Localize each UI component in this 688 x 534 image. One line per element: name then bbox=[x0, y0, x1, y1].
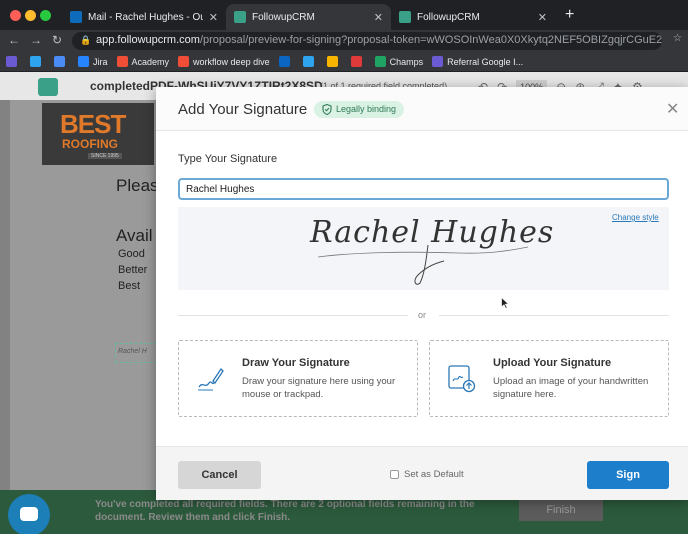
change-style-link[interactable]: Change style bbox=[612, 213, 659, 222]
document-signature-field[interactable]: Rachel H bbox=[115, 343, 157, 363]
bookmark-referral[interactable]: Referral Google I... bbox=[432, 56, 523, 67]
bookmark-academy[interactable]: Academy bbox=[116, 56, 169, 67]
bookmark-item[interactable] bbox=[350, 56, 366, 67]
academy-icon bbox=[116, 56, 128, 67]
bookmark-item[interactable] bbox=[302, 56, 318, 67]
close-icon[interactable]: ✕ bbox=[666, 99, 679, 119]
or-divider-text: or bbox=[418, 310, 427, 320]
bookmark-item[interactable] bbox=[6, 56, 21, 67]
set-default-checkbox[interactable]: Set as Default bbox=[390, 469, 464, 480]
browser-tab-bar: Mail - Rachel Hughes - Outlook ✕ Followu… bbox=[0, 0, 688, 30]
jira-icon bbox=[78, 56, 89, 67]
best-roofing-logo: BEST ROOFING SINCE 1995 bbox=[42, 103, 154, 165]
champs-icon bbox=[374, 56, 386, 67]
divider-line bbox=[439, 315, 669, 316]
completion-message: You've completed all required fields. Th… bbox=[95, 499, 475, 523]
shield-icon bbox=[322, 104, 332, 115]
document-subheading: Avail bbox=[116, 226, 153, 245]
window-maximize-button[interactable] bbox=[40, 10, 51, 21]
close-icon[interactable]: ✕ bbox=[209, 11, 218, 24]
type-signature-label: Type Your Signature bbox=[178, 153, 278, 165]
followupcrm-logo-icon bbox=[38, 78, 58, 96]
viewer-gutter bbox=[0, 100, 10, 490]
option-better: Better bbox=[118, 264, 148, 276]
workflow-icon bbox=[178, 56, 190, 67]
lock-icon: 🔒 bbox=[80, 35, 92, 45]
bookmark-icon bbox=[6, 56, 17, 67]
bookmarks-bar: Jira Academy workflow deep dive Champs R… bbox=[0, 52, 688, 72]
bookmark-icon bbox=[30, 56, 41, 67]
sign-button[interactable]: Sign bbox=[587, 461, 669, 489]
draw-signature-option[interactable]: Draw Your Signature Draw your signature … bbox=[178, 340, 418, 417]
finish-button[interactable]: Finish bbox=[519, 499, 603, 521]
divider-line bbox=[178, 315, 408, 316]
outlook-icon bbox=[70, 11, 82, 23]
heart-icon bbox=[350, 56, 362, 67]
reload-icon[interactable]: ↻ bbox=[52, 33, 62, 47]
option-good: Good bbox=[118, 248, 145, 260]
back-arrow-icon[interactable]: ← bbox=[8, 33, 20, 47]
upload-image-icon bbox=[448, 365, 476, 393]
checkbox-icon[interactable] bbox=[390, 470, 399, 479]
document-heading: Pleas bbox=[116, 176, 159, 195]
bookmark-jira[interactable]: Jira bbox=[78, 56, 108, 67]
upload-signature-title: Upload Your Signature bbox=[493, 357, 612, 369]
new-tab-button[interactable]: + bbox=[565, 6, 574, 24]
modal-header: Add Your Signature Legally binding ✕ bbox=[156, 87, 688, 131]
modal-title: Add Your Signature bbox=[178, 101, 308, 118]
draw-signature-title: Draw Your Signature bbox=[242, 357, 350, 369]
bookmark-item[interactable] bbox=[54, 56, 69, 67]
upload-signature-option[interactable]: Upload Your Signature Upload an image of… bbox=[429, 340, 669, 417]
bookmark-item[interactable] bbox=[326, 56, 342, 67]
bookmark-workflow[interactable]: workflow deep dive bbox=[178, 56, 270, 67]
window-minimize-button[interactable] bbox=[25, 10, 36, 21]
address-bar-row: ← → ↻ 🔒 app.followupcrm.com/proposal/pre… bbox=[0, 30, 688, 52]
legally-binding-badge: Legally binding bbox=[314, 101, 405, 118]
bookmark-champs[interactable]: Champs bbox=[374, 56, 423, 67]
close-icon[interactable]: ✕ bbox=[374, 11, 383, 24]
option-best: Best bbox=[118, 280, 141, 292]
signature-text-input[interactable] bbox=[178, 178, 669, 200]
upload-signature-description: Upload an image of your handwritten sign… bbox=[493, 376, 649, 400]
followupcrm-icon bbox=[399, 11, 411, 23]
signature-preview: Change style Rachel Hughes bbox=[178, 207, 669, 290]
draw-pen-icon bbox=[198, 367, 224, 391]
browser-tab-followupcrm-active[interactable]: FollowupCRM ✕ bbox=[226, 4, 391, 30]
window-close-button[interactable] bbox=[10, 10, 21, 21]
close-icon[interactable]: ✕ bbox=[538, 11, 547, 24]
url-field[interactable]: 🔒 app.followupcrm.com/proposal/preview-f… bbox=[72, 32, 662, 50]
browser-tab-followupcrm[interactable]: FollowupCRM ✕ bbox=[391, 4, 555, 30]
star-icon[interactable]: ☆ bbox=[673, 33, 682, 44]
trophy-icon bbox=[326, 56, 338, 67]
linkedin-icon bbox=[278, 56, 290, 67]
cancel-button[interactable]: Cancel bbox=[178, 461, 261, 489]
add-signature-modal: Add Your Signature Legally binding ✕ Typ… bbox=[156, 87, 688, 500]
bookmark-icon bbox=[302, 56, 314, 67]
referral-icon bbox=[432, 56, 444, 67]
bookmark-icon bbox=[54, 56, 65, 67]
bookmark-item[interactable] bbox=[278, 56, 294, 67]
mouse-cursor-icon bbox=[501, 297, 509, 309]
bookmark-item[interactable] bbox=[30, 56, 45, 67]
modal-footer: Cancel Set as Default Sign bbox=[156, 446, 688, 500]
browser-tab-outlook[interactable]: Mail - Rachel Hughes - Outlook ✕ bbox=[62, 4, 226, 30]
forward-arrow-icon[interactable]: → bbox=[30, 33, 42, 47]
followupcrm-icon bbox=[234, 11, 246, 23]
signature-flourish-icon bbox=[317, 244, 529, 285]
chat-icon[interactable] bbox=[8, 494, 50, 534]
draw-signature-description: Draw your signature here using your mous… bbox=[242, 376, 396, 400]
